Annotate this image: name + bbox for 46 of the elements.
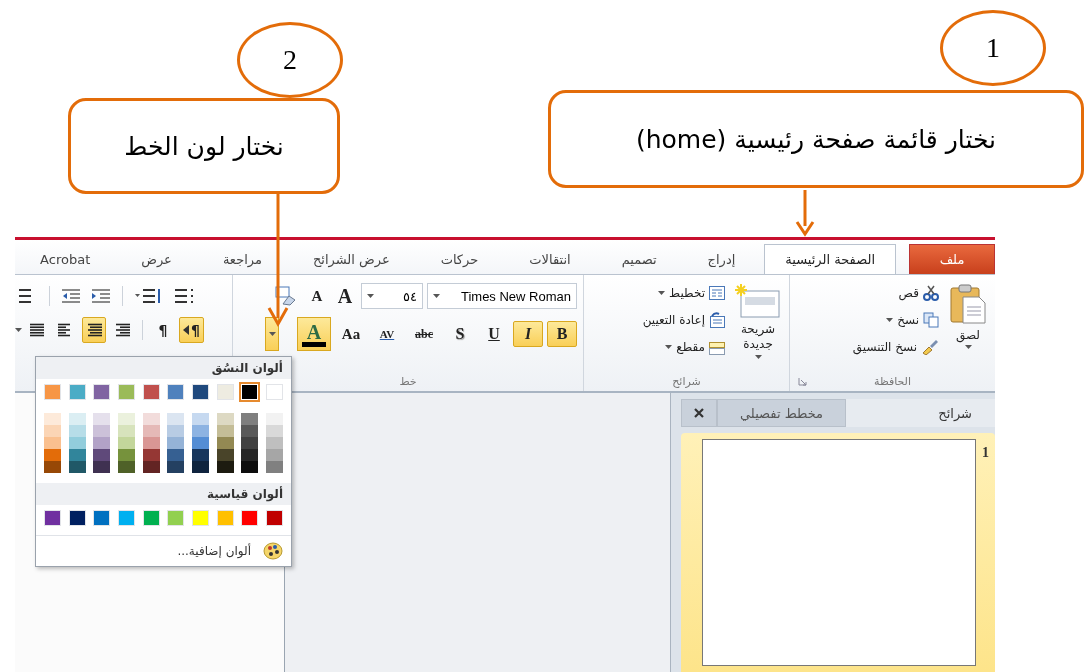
ribbon-tab[interactable]: تصميم bbox=[599, 244, 679, 275]
pane-tab[interactable]: مخطط تفصيلي bbox=[717, 399, 847, 427]
section-heading: ألوان قياسية bbox=[36, 483, 291, 505]
ribbon-tab[interactable]: انتقالات bbox=[507, 244, 593, 275]
grow-font-button[interactable]: A bbox=[333, 283, 357, 310]
instruction-callout: نختار لون الخط bbox=[68, 98, 340, 194]
cut-button[interactable]: قص bbox=[896, 281, 941, 306]
reset-button[interactable]: إعادة التعيين bbox=[640, 308, 727, 333]
slide-thumbnail-item[interactable]: 1 bbox=[681, 433, 995, 672]
pane-tab[interactable]: شرائح bbox=[846, 399, 995, 427]
slide-number: 1 bbox=[982, 445, 989, 461]
ribbon-tab[interactable]: عرض الشرائح bbox=[290, 244, 412, 275]
copy-button[interactable]: نسخ bbox=[884, 308, 941, 333]
underline-button[interactable]: U bbox=[479, 321, 509, 348]
italic-button[interactable]: I bbox=[513, 321, 543, 348]
ribbon-tab[interactable]: إدراج bbox=[685, 244, 758, 275]
more-colors-item[interactable]: ألوان إضافية... bbox=[36, 535, 291, 566]
group-label: شرائح bbox=[672, 374, 701, 388]
new-slide-button[interactable]: شريحة جديدة bbox=[733, 281, 783, 362]
ribbon-tab[interactable]: الصفحة الرئيسية bbox=[764, 244, 896, 275]
ribbon-tab[interactable]: عرض bbox=[119, 244, 194, 275]
file-tab[interactable]: ملف bbox=[909, 244, 995, 275]
section-heading: ألوان النسُق bbox=[36, 357, 291, 379]
character-spacing-button[interactable]: AV bbox=[371, 321, 403, 348]
step-number-callout: 2 bbox=[237, 22, 343, 98]
strikethrough-button[interactable]: abc bbox=[407, 321, 441, 348]
font-size-field[interactable]: ٥٤ bbox=[361, 283, 423, 310]
format-painter-button[interactable]: نسخ التنسيق bbox=[850, 335, 941, 360]
ribbon-tab[interactable]: Acrobat bbox=[18, 244, 113, 275]
right-to-left-button[interactable]: ¶ bbox=[179, 317, 204, 344]
change-case-button[interactable]: Aa bbox=[335, 321, 367, 348]
group-label: الحافظة bbox=[874, 374, 912, 388]
ribbon-tab[interactable]: حركات bbox=[418, 244, 501, 275]
ribbon-tab[interactable]: مراجعة bbox=[200, 244, 284, 275]
paste-button[interactable]: لصق bbox=[947, 281, 989, 352]
group-label: خط bbox=[399, 374, 417, 388]
left-to-right-button[interactable]: ¶ bbox=[151, 317, 175, 344]
section-button[interactable]: مقطع bbox=[663, 335, 727, 360]
layout-button[interactable]: تخطيط bbox=[656, 281, 727, 306]
step-number-callout: 1 bbox=[940, 10, 1046, 86]
instruction-callout: نختار قائمة صفحة رئيسية (home) bbox=[548, 90, 1084, 188]
shrink-font-button[interactable]: A bbox=[305, 283, 329, 310]
font-color-button[interactable]: A bbox=[297, 317, 331, 352]
shadow-button[interactable]: S bbox=[445, 321, 475, 348]
font-name-field[interactable]: Times New Roman bbox=[427, 283, 577, 310]
bold-button[interactable]: B bbox=[547, 321, 577, 348]
